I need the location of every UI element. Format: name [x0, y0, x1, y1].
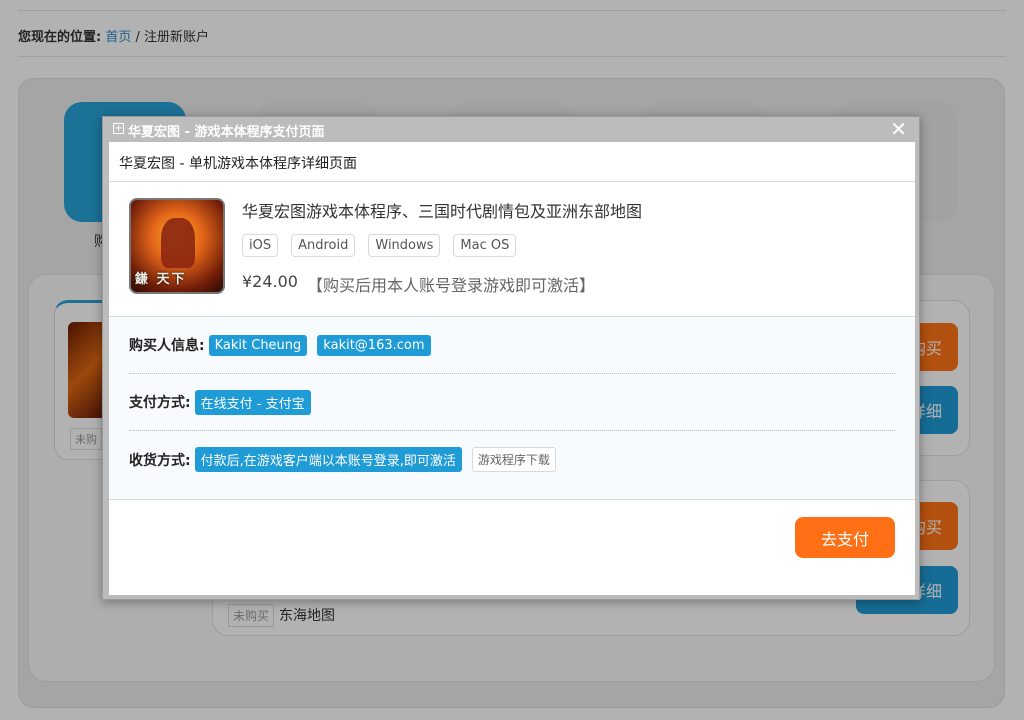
payment-dialog: + 华夏宏图 - 游戏本体程序支付页面 ✕ 华夏宏图 - 单机游戏本体程序详细页… — [102, 116, 920, 600]
delivery-method-tag: 付款后,在游戏客户端以本账号登录,即可激活 — [194, 447, 462, 472]
order-info-section: 购买人信息: Kakit Cheung kakit@163.com 支付方式: … — [109, 317, 915, 500]
dialog-header-title: 华夏宏图 - 单机游戏本体程序详细页面 — [109, 142, 915, 182]
dialog-content: 华夏宏图 - 单机游戏本体程序详细页面 鎌 天下 华夏宏图游戏本体程序、三国时代… — [109, 142, 915, 595]
platform-tag-windows: Windows — [368, 234, 441, 257]
payment-method-row: 支付方式: 在线支付 - 支付宝 — [129, 374, 895, 431]
pay-button[interactable]: 去支付 — [795, 517, 895, 558]
dialog-titlebar[interactable]: + 华夏宏图 - 游戏本体程序支付页面 ✕ — [103, 117, 919, 142]
platform-list: iOS Android Windows Mac OS — [242, 234, 517, 257]
buyer-info-row: 购买人信息: Kakit Cheung kakit@163.com — [129, 317, 895, 374]
delivery-method-row: 收货方式: 付款后,在游戏客户端以本账号登录,即可激活 游戏程序下载 — [129, 431, 895, 488]
payment-method-tag: 在线支付 - 支付宝 — [194, 389, 311, 415]
window-icon: + — [113, 123, 124, 134]
delivery-method-label: 收货方式: — [129, 452, 191, 469]
dialog-window-title: 华夏宏图 - 游戏本体程序支付页面 — [128, 125, 325, 140]
product-image: 鎌 天下 — [129, 198, 225, 294]
product-activation-note: 【购买后用本人账号登录游戏即可激活】 — [307, 276, 596, 295]
buyer-info-label: 购买人信息: — [129, 338, 205, 354]
payment-method-label: 支付方式: — [129, 395, 191, 411]
dialog-footer: 去支付 — [109, 500, 915, 594]
product-section: 鎌 天下 华夏宏图游戏本体程序、三国时代剧情包及亚洲东部地图 iOS Andro… — [109, 182, 915, 317]
close-icon[interactable]: ✕ — [890, 117, 907, 141]
download-link[interactable]: 游戏程序下载 — [471, 447, 556, 472]
platform-tag-ios: iOS — [242, 234, 279, 257]
buyer-email-tag: kakit@163.com — [317, 334, 431, 356]
product-image-caption: 鎌 天下 — [135, 272, 187, 287]
buyer-name-tag: Kakit Cheung — [208, 334, 308, 356]
product-image-figure — [161, 218, 195, 268]
platform-tag-macos: Mac OS — [453, 234, 517, 257]
platform-tag-android: Android — [291, 234, 356, 257]
product-title: 华夏宏图游戏本体程序、三国时代剧情包及亚洲东部地图 — [242, 202, 643, 221]
product-price: ¥24.00 — [242, 272, 298, 291]
